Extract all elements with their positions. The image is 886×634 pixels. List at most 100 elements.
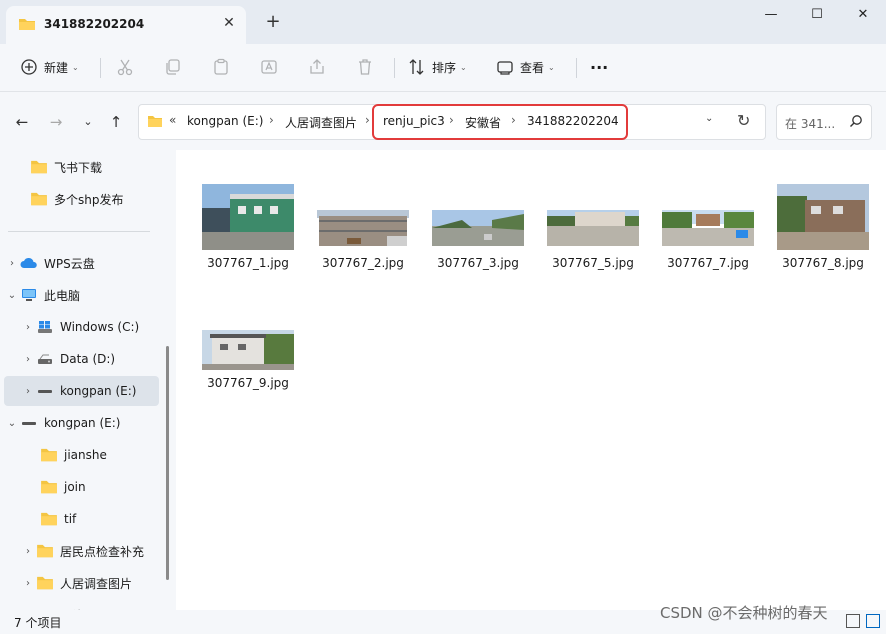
share-icon: [310, 59, 324, 74]
close-tab-icon[interactable]: ✕: [220, 14, 238, 32]
sort-label: 排序: [432, 60, 457, 75]
sidebar-item-label: jianshe: [64, 448, 107, 462]
new-button[interactable]: 新建 ⌄: [20, 53, 79, 81]
folder-icon: [37, 576, 53, 590]
copy-button[interactable]: [164, 53, 182, 81]
photo-thumbnail: [202, 330, 294, 370]
rename-icon: [261, 60, 277, 74]
minimize-button[interactable]: —: [748, 0, 794, 32]
sidebar-item-drive-e[interactable]: › kongpan (E:): [4, 376, 159, 406]
trash-icon: [359, 59, 371, 75]
recent-locations-icon[interactable]: ⌄: [78, 112, 98, 132]
photo-thumbnail: [662, 210, 754, 250]
chevron-right-icon[interactable]: ›: [20, 322, 36, 333]
sidebar-item-jianshe[interactable]: jianshe: [40, 440, 176, 470]
forward-arrow-icon[interactable]: →: [46, 112, 66, 132]
up-arrow-icon[interactable]: ↑: [106, 112, 126, 132]
chevron-down-icon[interactable]: ⌄: [705, 113, 713, 124]
breadcrumb-separator[interactable]: ›: [269, 113, 274, 127]
folder-icon: [148, 116, 162, 127]
chevron-down-icon[interactable]: ⌄: [4, 290, 20, 301]
view-button[interactable]: 查看 ⌄: [496, 53, 555, 81]
toolbar-divider: [394, 58, 395, 78]
sidebar-item-label: 此电脑: [44, 288, 81, 303]
folder-icon: [41, 448, 57, 462]
maximize-button[interactable]: ☐: [794, 0, 840, 32]
details-view-icon[interactable]: [846, 614, 860, 628]
cut-button[interactable]: [116, 53, 134, 81]
navigation-pane: 飞书下载 多个shp发布 › WPS云盘 ⌄ 此电脑 › Windows (C:…: [0, 150, 176, 610]
chevron-right-icon[interactable]: ›: [20, 354, 36, 365]
file-name: 307767_5.jpg: [552, 256, 634, 270]
folder-icon: [31, 192, 47, 206]
chevron-down-icon: ⌄: [548, 62, 555, 72]
thumbnail-view-icon[interactable]: [866, 614, 880, 628]
sidebar-item-tif[interactable]: tif: [40, 504, 176, 534]
computer-icon: [22, 289, 36, 301]
breadcrumb-overflow[interactable]: «: [169, 113, 176, 127]
folder-icon: [31, 160, 47, 174]
breadcrumb-kongpan[interactable]: kongpan (E:): [187, 114, 263, 128]
photo-thumbnail: [432, 210, 524, 250]
copy-icon: [166, 59, 180, 75]
new-tab-button[interactable]: +: [262, 12, 284, 34]
file-item[interactable]: 307767_7.jpg: [658, 184, 758, 270]
file-name: 307767_9.jpg: [207, 376, 289, 390]
sidebar-item-feishu-download[interactable]: 飞书下载: [30, 152, 176, 182]
chevron-down-icon[interactable]: ⌄: [4, 418, 20, 429]
chevron-down-icon: ⌄: [72, 62, 79, 72]
photo-thumbnail: [317, 210, 409, 250]
file-item[interactable]: 307767_2.jpg: [313, 184, 413, 270]
file-item[interactable]: 307767_8.jpg: [773, 184, 873, 270]
cloud-icon: [20, 257, 37, 268]
sidebar-item-kongpan-root[interactable]: ⌄ kongpan (E:): [4, 408, 159, 438]
title-bar: 341882202204 ✕ + — ☐ ✕: [0, 0, 886, 44]
sidebar-scrollbar[interactable]: [166, 346, 169, 580]
sidebar-item-label: kongpan (E:): [60, 384, 137, 398]
sidebar-item-label: kongpan (E:): [44, 416, 121, 430]
file-item[interactable]: 307767_5.jpg: [543, 184, 643, 270]
breadcrumb-separator[interactable]: ›: [365, 113, 370, 127]
chevron-right-icon[interactable]: ›: [20, 386, 36, 397]
active-tab[interactable]: 341882202204 ✕: [6, 6, 246, 44]
sidebar-item-label: Windows (C:): [60, 320, 140, 334]
photo-thumbnail: [547, 210, 639, 250]
file-item[interactable]: 307767_3.jpg: [428, 184, 528, 270]
more-options-button[interactable]: ···: [590, 53, 608, 81]
sidebar-item-label: WPS云盘: [44, 256, 95, 271]
sidebar-item-wps-cloud[interactable]: › WPS云盘: [4, 248, 159, 278]
sidebar-item-this-pc[interactable]: ⌄ 此电脑: [4, 280, 159, 310]
tab-title: 341882202204: [44, 17, 145, 31]
rename-button[interactable]: [260, 53, 278, 81]
folder-icon: [19, 19, 35, 30]
sidebar-item-renju-survey[interactable]: › 人居调查图片: [20, 568, 175, 598]
file-name: 307767_2.jpg: [322, 256, 404, 270]
share-button[interactable]: [308, 53, 326, 81]
photo-thumbnail: [202, 184, 294, 250]
chevron-right-icon[interactable]: ›: [20, 546, 36, 557]
delete-button[interactable]: [356, 53, 374, 81]
sidebar-item-residential-check[interactable]: › 居民点检查补充: [20, 536, 175, 566]
file-name: 307767_8.jpg: [782, 256, 864, 270]
sidebar-item-network[interactable]: › 网络: [20, 600, 175, 611]
back-arrow-icon[interactable]: ←: [12, 112, 32, 132]
chevron-right-icon[interactable]: ›: [20, 578, 36, 589]
file-item[interactable]: 307767_9.jpg: [198, 330, 298, 390]
breadcrumb-renju-survey[interactable]: 人居调查图片: [285, 114, 357, 131]
sort-button[interactable]: 排序 ⌄: [408, 53, 467, 81]
sidebar-item-drive-d[interactable]: › Data (D:): [20, 344, 175, 374]
plus-circle-icon: [21, 59, 37, 75]
item-count: 7 个项目: [14, 616, 62, 630]
chevron-right-icon[interactable]: ›: [4, 258, 20, 269]
sidebar-item-label: 人居调查图片: [60, 576, 133, 591]
sidebar-item-drive-c[interactable]: › Windows (C:): [20, 312, 175, 342]
sidebar-item-join[interactable]: join: [40, 472, 176, 502]
sidebar-item-label: 飞书下载: [54, 160, 103, 175]
file-item[interactable]: 307767_1.jpg: [198, 184, 298, 270]
watermark: CSDN @不会种树的春天: [660, 604, 828, 622]
search-box[interactable]: 在 341...: [776, 104, 872, 140]
refresh-icon[interactable]: ↻: [737, 111, 750, 130]
sidebar-item-shp-publish[interactable]: 多个shp发布: [30, 184, 176, 214]
paste-button[interactable]: [212, 53, 230, 81]
close-window-button[interactable]: ✕: [840, 0, 886, 32]
